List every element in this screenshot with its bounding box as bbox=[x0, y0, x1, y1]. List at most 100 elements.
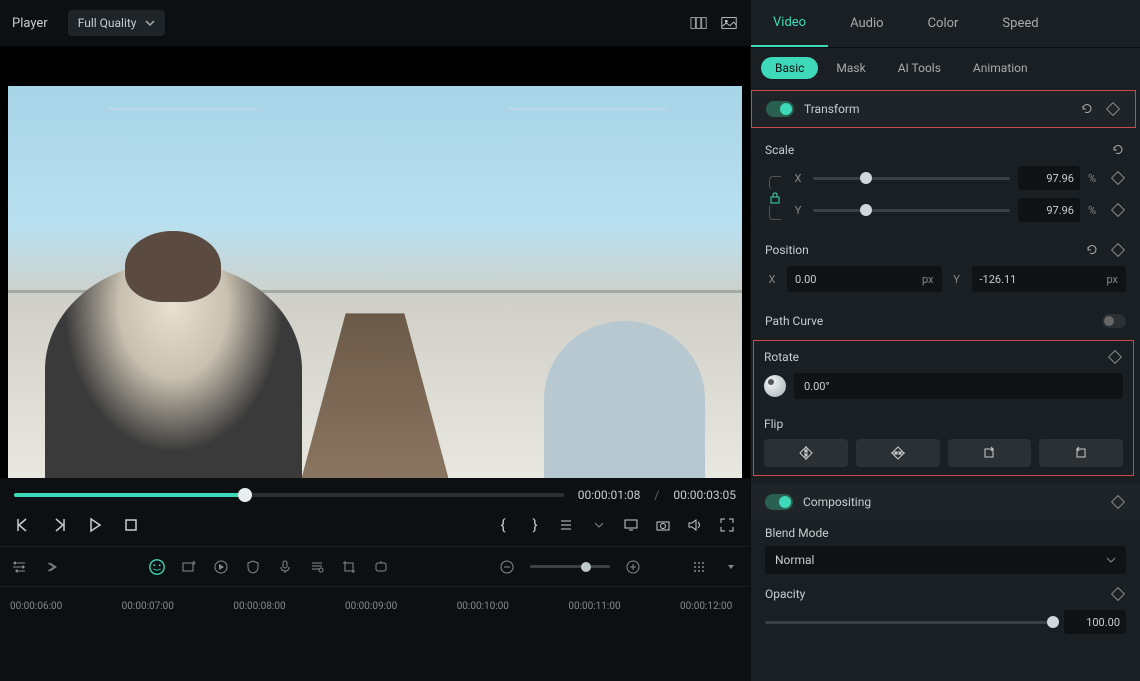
bracket-out-button[interactable]: } bbox=[526, 516, 544, 534]
scale-y-label: Y bbox=[791, 204, 805, 217]
subtab-mask[interactable]: Mask bbox=[822, 57, 879, 79]
pos-x-input[interactable]: 0.00 px bbox=[787, 266, 942, 292]
quality-value: Full Quality bbox=[78, 16, 137, 30]
zoom-in-button[interactable] bbox=[624, 558, 642, 576]
quality-dropdown[interactable]: Full Quality bbox=[68, 10, 165, 36]
pos-y-label: Y bbox=[950, 273, 964, 286]
rotate-flip-group: Rotate 0.00° Flip bbox=[753, 340, 1134, 476]
bracket-in-button[interactable]: { bbox=[494, 516, 512, 534]
chevron-down-icon bbox=[1106, 555, 1116, 565]
ruler-tick: 00:00:09:00 bbox=[345, 601, 457, 612]
reset-icon[interactable] bbox=[1079, 101, 1095, 117]
player-tab[interactable]: Player bbox=[12, 16, 48, 31]
chevron-down-icon[interactable] bbox=[590, 516, 608, 534]
expand-icon[interactable] bbox=[42, 558, 60, 576]
subtab-basic[interactable]: Basic bbox=[761, 57, 818, 79]
play-outline-icon[interactable] bbox=[212, 558, 230, 576]
volume-icon[interactable] bbox=[686, 516, 704, 534]
position-keyframe-icon[interactable] bbox=[1110, 242, 1126, 258]
caret-down-icon[interactable] bbox=[722, 558, 740, 576]
scale-x-unit: % bbox=[1088, 172, 1102, 185]
camera-icon[interactable] bbox=[654, 516, 672, 534]
stop-button[interactable] bbox=[122, 516, 140, 534]
chevron-down-icon bbox=[145, 18, 155, 28]
tab-color[interactable]: Color bbox=[906, 0, 981, 47]
ruler-tick: 00:00:07:00 bbox=[122, 601, 234, 612]
compositing-keyframe-icon[interactable] bbox=[1110, 494, 1126, 510]
zoom-slider[interactable] bbox=[530, 565, 610, 568]
path-curve-label: Path Curve bbox=[765, 314, 823, 328]
time-separator: / bbox=[654, 488, 659, 502]
tab-video[interactable]: Video bbox=[751, 0, 828, 47]
transform-label: Transform bbox=[804, 102, 860, 116]
music-icon[interactable] bbox=[308, 558, 326, 576]
rotate-ccw-button[interactable] bbox=[1039, 439, 1123, 467]
enhance-icon[interactable] bbox=[180, 558, 198, 576]
path-curve-toggle[interactable] bbox=[1102, 314, 1126, 328]
crop-icon[interactable] bbox=[340, 558, 358, 576]
opacity-keyframe[interactable] bbox=[1110, 586, 1126, 602]
ruler-tick: 00:00:08:00 bbox=[233, 601, 345, 612]
compositing-toggle[interactable] bbox=[765, 494, 793, 510]
transform-toggle[interactable] bbox=[766, 101, 794, 117]
rotate-keyframe[interactable] bbox=[1107, 349, 1123, 365]
subtab-animation[interactable]: Animation bbox=[959, 57, 1042, 79]
scale-label: Scale bbox=[765, 143, 794, 157]
scale-y-value[interactable]: 97.96 bbox=[1018, 198, 1080, 222]
transform-section-header: Transform bbox=[751, 90, 1136, 128]
list-icon[interactable] bbox=[558, 516, 576, 534]
ai-face-icon[interactable] bbox=[148, 558, 166, 576]
scale-x-slider[interactable] bbox=[813, 177, 1010, 180]
flip-vertical-button[interactable] bbox=[856, 439, 940, 467]
position-reset-icon[interactable] bbox=[1084, 242, 1100, 258]
current-time: 00:00:01:08 bbox=[578, 488, 641, 502]
rotate-dial[interactable] bbox=[764, 375, 786, 397]
step-back-button[interactable] bbox=[50, 516, 68, 534]
play-button[interactable] bbox=[86, 516, 104, 534]
flip-label: Flip bbox=[764, 417, 783, 431]
snapshot-icon[interactable] bbox=[720, 14, 738, 32]
opacity-label: Opacity bbox=[765, 587, 805, 601]
pos-x-label: X bbox=[765, 273, 779, 286]
ruler-tick: 00:00:11:00 bbox=[568, 601, 680, 612]
opacity-value[interactable]: 100.00 bbox=[1064, 610, 1126, 634]
scale-y-slider[interactable] bbox=[813, 209, 1010, 212]
grid-icon[interactable] bbox=[690, 558, 708, 576]
zoom-out-button[interactable] bbox=[498, 558, 516, 576]
scale-x-label: X bbox=[791, 172, 805, 185]
tab-audio[interactable]: Audio bbox=[828, 0, 905, 47]
scale-y-keyframe[interactable] bbox=[1110, 202, 1126, 218]
playhead-slider[interactable] bbox=[14, 493, 564, 497]
marker-icon[interactable] bbox=[372, 558, 390, 576]
fullscreen-icon[interactable] bbox=[718, 516, 736, 534]
scale-x-keyframe[interactable] bbox=[1110, 170, 1126, 186]
compositing-label: Compositing bbox=[803, 495, 871, 509]
shield-icon[interactable] bbox=[244, 558, 262, 576]
pos-y-input[interactable]: -126.11 px bbox=[972, 266, 1127, 292]
settings-icon[interactable] bbox=[10, 558, 28, 576]
player-header: Player Full Quality bbox=[0, 0, 750, 46]
rotate-input[interactable]: 0.00° bbox=[794, 373, 1123, 399]
scale-x-value[interactable]: 97.96 bbox=[1018, 166, 1080, 190]
display-icon[interactable] bbox=[622, 516, 640, 534]
lock-icon[interactable] bbox=[770, 192, 780, 204]
subtab-aitools[interactable]: AI Tools bbox=[884, 57, 955, 79]
blend-mode-select[interactable]: Normal bbox=[765, 546, 1126, 574]
compare-icon[interactable] bbox=[690, 14, 708, 32]
video-preview[interactable] bbox=[0, 46, 750, 478]
blend-mode-label: Blend Mode bbox=[765, 526, 829, 540]
scale-y-unit: % bbox=[1088, 204, 1102, 217]
flip-horizontal-button[interactable] bbox=[764, 439, 848, 467]
scale-reset-icon[interactable] bbox=[1110, 142, 1126, 158]
prev-frame-button[interactable] bbox=[14, 516, 32, 534]
timeline-ruler[interactable]: 00:00:06:00 00:00:07:00 00:00:08:00 00:0… bbox=[0, 586, 750, 626]
ruler-tick: 00:00:12:00 bbox=[680, 601, 740, 612]
tab-speed[interactable]: Speed bbox=[980, 0, 1060, 47]
keyframe-icon[interactable] bbox=[1105, 101, 1121, 117]
ruler-tick: 00:00:10:00 bbox=[457, 601, 569, 612]
total-time: 00:00:03:05 bbox=[673, 488, 736, 502]
opacity-slider[interactable] bbox=[765, 621, 1056, 624]
rotate-cw-button[interactable] bbox=[948, 439, 1032, 467]
mic-icon[interactable] bbox=[276, 558, 294, 576]
compositing-section-header: Compositing bbox=[751, 484, 1140, 520]
